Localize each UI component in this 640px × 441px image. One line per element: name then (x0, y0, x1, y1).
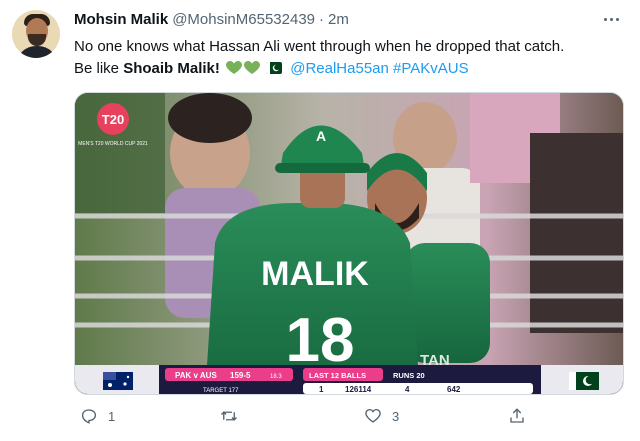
jersey-name: MALIK (261, 255, 369, 293)
tweet-text: No one knows what Hassan Ali went throug… (74, 36, 630, 80)
jersey-number: 18 (286, 306, 355, 375)
like-count: 3 (392, 408, 400, 424)
author-name[interactable]: Mohsin Malik (74, 11, 168, 28)
tweet-text-line1: No one knows what Hassan Ali went throug… (74, 38, 565, 55)
reply-button[interactable]: 1 (80, 407, 115, 425)
svg-text:MEN'S T20 WORLD CUP 2021: MEN'S T20 WORLD CUP 2021 (78, 141, 148, 147)
scoreboard-balls-1: 1 (319, 385, 324, 394)
share-button[interactable] (508, 407, 526, 425)
pakistan-flag-icon (569, 372, 599, 390)
scoreboard-target: TARGET 177 (203, 388, 239, 394)
reply-icon (81, 409, 97, 424)
tweet-media-image[interactable]: A MALIK 18 TAN T20 MEN'S T20 WORLD CUP 2… (74, 92, 624, 395)
scoreboard-score: 159-5 (230, 371, 251, 380)
green-heart-icon (226, 61, 243, 74)
reply-count: 1 (108, 408, 116, 424)
tweet-text-bold: Shoaib Malik! (123, 60, 220, 77)
scoreboard-balls-4: 642 (447, 385, 461, 394)
share-icon (510, 408, 524, 423)
svg-text:A: A (316, 128, 326, 144)
tweet-text-prefix: Be like (74, 60, 124, 77)
tweet-actions: 1 3 (74, 407, 624, 431)
hashtag-link[interactable]: #PAKvAUS (393, 60, 469, 77)
scoreboard-overs: 18.3 (270, 374, 282, 380)
author-handle[interactable]: @MohsinM65532439 (172, 11, 315, 28)
scoreboard-runs: RUNS 20 (393, 371, 425, 380)
retweet-button[interactable] (220, 407, 248, 425)
pakistan-flag-icon (266, 62, 283, 74)
australia-flag-icon (103, 372, 133, 390)
avatar-shirt (16, 46, 58, 58)
author-avatar[interactable] (12, 10, 60, 58)
cricket-photo: A MALIK 18 TAN T20 MEN'S T20 WORLD CUP 2… (75, 93, 623, 394)
scoreboard-last-balls: LAST 12 BALLS (309, 371, 366, 380)
separator-dot: · (319, 11, 325, 28)
like-button[interactable]: 3 (364, 407, 399, 425)
scoreboard-balls-2: 126114 (345, 385, 372, 394)
retweet-icon (221, 411, 237, 421)
mention-link[interactable]: @RealHa55an (290, 60, 389, 77)
heart-icon (365, 408, 381, 423)
green-heart-icon (244, 61, 261, 74)
tweet-time[interactable]: 2m (328, 11, 349, 28)
tweet-text-line2: Be like Shoaib Malik! @RealHa55an #PAKvA… (74, 58, 630, 80)
svg-text:T20: T20 (102, 112, 124, 127)
scoreboard-balls-3: 4 (405, 385, 410, 394)
scoreboard-match: PAK v AUS (175, 371, 217, 380)
tweet-header: Mohsin Malik @MohsinM65532439 · 2m (74, 11, 349, 28)
avatar-beard (28, 34, 46, 46)
more-options-icon[interactable] (596, 8, 626, 30)
